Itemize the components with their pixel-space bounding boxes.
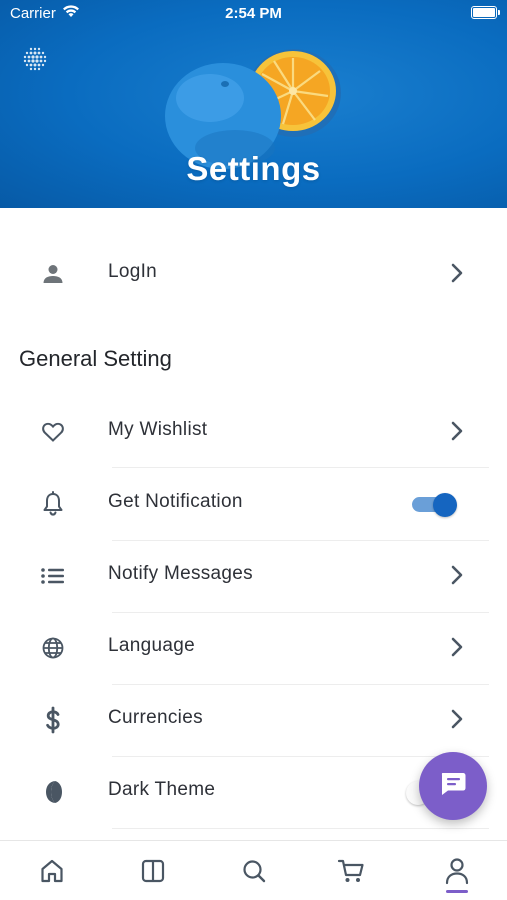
chevron-right-icon xyxy=(448,564,466,591)
divider xyxy=(112,828,489,829)
chat-fab-button[interactable] xyxy=(419,752,487,820)
clock-time: 2:54 PM xyxy=(225,5,282,22)
dots-logo-icon xyxy=(22,46,48,77)
chevron-right-icon xyxy=(448,636,466,663)
login-row[interactable]: LogIn xyxy=(0,237,507,309)
search-icon xyxy=(241,858,267,889)
chevron-right-icon xyxy=(448,262,466,289)
globe-icon xyxy=(38,635,68,661)
chevron-right-icon xyxy=(448,708,466,735)
bottom-navigation xyxy=(0,840,507,900)
cart-icon xyxy=(337,858,365,889)
settings-item-label: Currencies xyxy=(108,707,203,728)
status-bar: Carrier 2:54 PM xyxy=(0,0,507,28)
heart-icon xyxy=(38,419,68,445)
nav-profile[interactable] xyxy=(437,853,477,893)
bell-icon xyxy=(38,491,68,517)
toggle-knob xyxy=(433,493,457,517)
settings-item-label: Get Notification xyxy=(108,491,243,512)
moon-icon xyxy=(38,779,68,805)
dollar-icon xyxy=(38,706,68,734)
settings-item-notification[interactable]: Get Notification xyxy=(0,467,507,539)
person-icon xyxy=(38,261,68,287)
settings-item-label: My Wishlist xyxy=(108,419,208,440)
page-title: Settings xyxy=(186,150,321,187)
settings-item-label: Notify Messages xyxy=(108,563,253,584)
login-label: LogIn xyxy=(108,261,158,282)
settings-item-wishlist[interactable]: My Wishlist xyxy=(0,395,507,467)
nav-category[interactable] xyxy=(133,853,173,893)
home-icon xyxy=(39,858,65,889)
header-banner: Carrier 2:54 PM Settings xyxy=(0,0,507,208)
settings-item-label: Language xyxy=(108,635,195,656)
settings-item-notify-messages[interactable]: Notify Messages xyxy=(0,539,507,611)
list-icon xyxy=(38,563,68,589)
nav-home[interactable] xyxy=(32,853,72,893)
battery-icon xyxy=(471,6,500,19)
nav-cart[interactable] xyxy=(331,853,371,893)
category-icon xyxy=(140,858,166,889)
nav-search[interactable] xyxy=(234,853,274,893)
profile-icon xyxy=(444,857,470,890)
active-tab-indicator xyxy=(446,890,468,893)
chevron-right-icon xyxy=(448,420,466,447)
notification-toggle[interactable] xyxy=(412,493,458,517)
chat-message-icon xyxy=(439,771,467,802)
settings-item-label: Dark Theme xyxy=(108,779,216,800)
settings-item-currencies[interactable]: Currencies xyxy=(0,683,507,755)
section-title: General Setting xyxy=(19,346,172,371)
settings-item-language[interactable]: Language xyxy=(0,611,507,683)
